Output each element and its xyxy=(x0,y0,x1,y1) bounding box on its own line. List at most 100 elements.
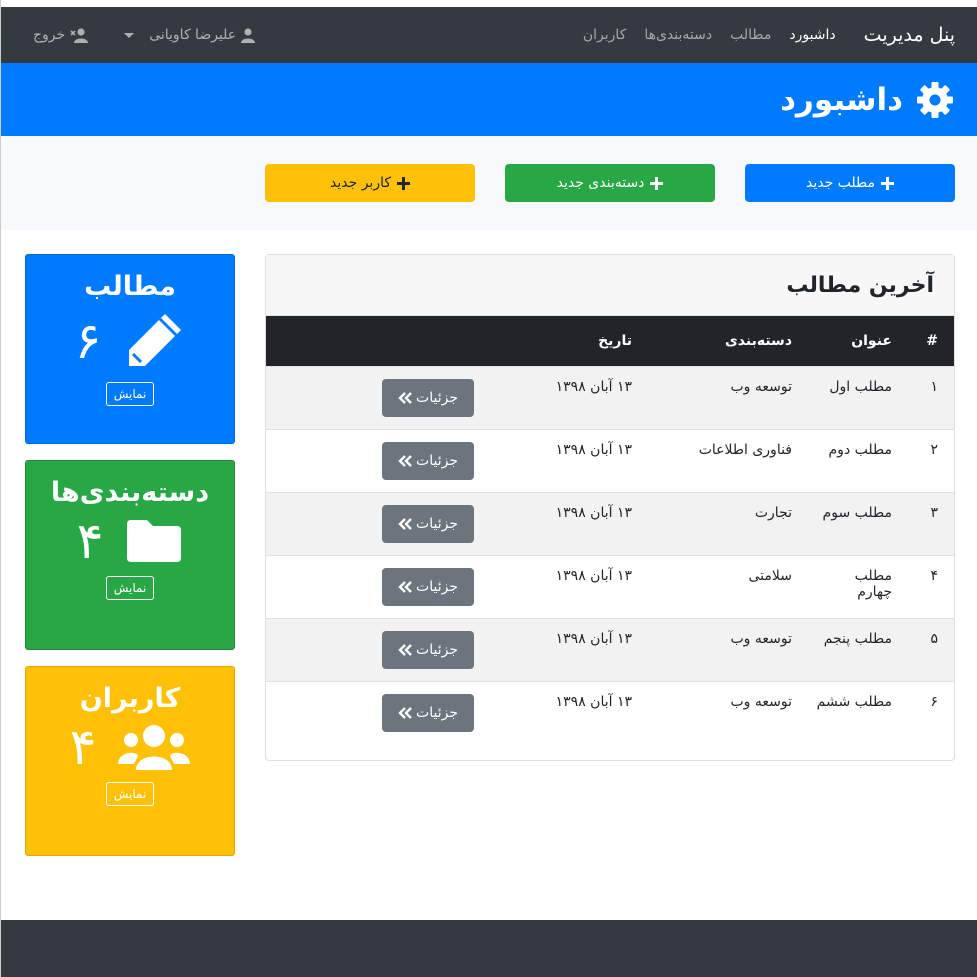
stat-count: ۴ xyxy=(76,512,104,570)
cell-date: ۱۳ آبان ۱۳۹۸ xyxy=(555,504,632,521)
stat-row: ۶ xyxy=(75,310,186,372)
users-icon xyxy=(118,725,191,770)
col-title: عنوان xyxy=(851,332,892,349)
stat-title: مطالب xyxy=(84,271,176,302)
table-row: ۳ مطلب سوم تجارت ۱۳ آبان ۱۳۹۸ جزئیات xyxy=(266,492,954,555)
new-post-button[interactable]: مطلب جدید xyxy=(745,164,955,202)
cell-number: ۲ xyxy=(930,441,938,458)
latest-posts-card: آخرین مطالب # عنوان دسته‌بندی تاریخ ۱ مطل… xyxy=(265,254,955,761)
page-title: داشبورد xyxy=(780,80,955,120)
details-label: جزئیات xyxy=(416,704,458,721)
double-chevron-left-icon xyxy=(398,454,412,467)
cell-category: تجارت xyxy=(754,504,792,521)
cell-title: مطلب سوم xyxy=(822,504,892,521)
cell-date: ۱۳ آبان ۱۳۹۸ xyxy=(555,630,632,647)
user-dropdown[interactable]: علیرضا کاویانی xyxy=(124,27,256,43)
actions-bar: مطلب جدید دسته‌بندی جدید کاربر جدید xyxy=(1,136,977,230)
nav-left-group: علیرضا کاویانی خروج xyxy=(33,27,256,43)
show-categories-button[interactable]: نمایش xyxy=(105,576,155,600)
cell-actions: جزئیات xyxy=(266,429,484,492)
new-user-label: کاربر جدید xyxy=(330,175,392,191)
details-label: جزئیات xyxy=(416,452,458,469)
nav-link-users[interactable]: کاربران xyxy=(583,27,626,43)
cell-actions: جزئیات xyxy=(266,366,484,429)
col-date: تاریخ xyxy=(598,332,632,349)
cell-number: ۱ xyxy=(930,378,938,395)
col-category: دسته‌بندی xyxy=(724,332,792,349)
brand[interactable]: پنل مدیریت xyxy=(864,24,955,46)
nav-link-posts[interactable]: مطالب xyxy=(730,27,771,43)
stat-row: ۴ xyxy=(70,722,191,772)
cell-date: ۱۳ آبان ۱۳۹۸ xyxy=(555,378,632,395)
cell-date: ۱۳ آبان ۱۳۹۸ xyxy=(555,567,632,584)
details-button[interactable]: جزئیات xyxy=(382,378,474,417)
double-chevron-left-icon xyxy=(398,580,412,593)
new-user-button[interactable]: کاربر جدید xyxy=(265,164,475,202)
details-button[interactable]: جزئیات xyxy=(382,630,474,669)
stat-count: ۶ xyxy=(74,312,102,370)
nav-link-dashboard[interactable]: داشبورد xyxy=(789,27,835,43)
plus-icon xyxy=(881,176,895,190)
details-button[interactable]: جزئیات xyxy=(382,567,474,606)
cell-category: توسعه وب xyxy=(730,693,792,710)
posts-table: # عنوان دسته‌بندی تاریخ ۱ مطلب اول توسعه و… xyxy=(266,316,954,744)
users-stat-card: کاربران ۴ نمایش xyxy=(25,666,235,856)
new-category-button[interactable]: دسته‌بندی جدید xyxy=(505,164,715,202)
stat-title: کاربران xyxy=(79,683,181,714)
page-title-text: داشبورد xyxy=(780,81,903,118)
user-times-icon xyxy=(70,27,89,43)
col-number: # xyxy=(926,332,938,349)
page-header: داشبورد xyxy=(1,63,977,136)
details-button[interactable]: جزئیات xyxy=(382,693,474,732)
cell-actions: جزئیات xyxy=(266,492,484,555)
cell-number: ۴ xyxy=(930,567,938,584)
double-chevron-left-icon xyxy=(398,391,412,404)
plus-icon xyxy=(397,176,411,190)
categories-stat-card: دسته‌بندی‌ها ۴ نمایش xyxy=(25,460,235,650)
cell-title: مطلب چهارم xyxy=(854,567,892,600)
show-posts-button[interactable]: نمایش xyxy=(105,382,155,406)
double-chevron-left-icon xyxy=(398,517,412,530)
folder-icon xyxy=(127,520,182,562)
plus-icon xyxy=(650,176,664,190)
details-label: جزئیات xyxy=(416,389,458,406)
stat-count: ۴ xyxy=(69,718,97,776)
gear-icon xyxy=(917,81,953,118)
user-name: علیرضا کاویانی xyxy=(149,27,237,43)
cell-title: مطلب ششم xyxy=(816,693,892,710)
cell-category: فناوری اطلاعات xyxy=(698,441,792,458)
new-post-label: مطلب جدید xyxy=(805,175,876,191)
double-chevron-left-icon xyxy=(398,643,412,656)
user-icon xyxy=(241,27,256,43)
table-row: ۴ مطلب چهارم سلامتی ۱۳ آبان ۱۳۹۸ جزئیات xyxy=(266,555,954,618)
card-header: آخرین مطالب xyxy=(266,255,954,316)
cell-number: ۵ xyxy=(930,630,938,647)
details-label: جزئیات xyxy=(416,515,458,532)
cell-actions: جزئیات xyxy=(266,555,484,618)
stat-row: ۴ xyxy=(77,516,184,566)
table-row: ۱ مطلب اول توسعه وب ۱۳ آبان ۱۳۹۸ جزئیات xyxy=(266,366,954,429)
cell-title: مطلب دوم xyxy=(828,441,892,458)
details-button[interactable]: جزئیات xyxy=(382,441,474,480)
table-row: ۶ مطلب ششم توسعه وب ۱۳ آبان ۱۳۹۸ جزئیات xyxy=(266,681,954,744)
cell-title: مطلب اول xyxy=(829,378,892,395)
double-chevron-left-icon xyxy=(398,706,412,719)
top-strip xyxy=(0,0,977,7)
cell-number: ۳ xyxy=(930,504,938,521)
table-row: ۲ مطلب دوم فناوری اطلاعات ۱۳ آبان ۱۳۹۸ جزئیا… xyxy=(266,429,954,492)
new-category-label: دسته‌بندی جدید xyxy=(556,175,645,191)
nav-link-categories[interactable]: دسته‌بندی‌ها xyxy=(644,27,712,43)
chevron-down-icon xyxy=(124,32,135,38)
col-actions xyxy=(266,316,484,366)
posts-stat-card: مطالب ۶ نمایش xyxy=(25,254,235,444)
cell-actions: جزئیات xyxy=(266,681,484,744)
logout-link[interactable]: خروج xyxy=(33,27,89,43)
nav-right-group: پنل مدیریت داشبورد مطالب دسته‌بندی‌ها کا… xyxy=(583,24,955,46)
cell-actions: جزئیات xyxy=(266,618,484,681)
cell-category: توسعه وب xyxy=(730,378,792,395)
cell-category: سلامتی xyxy=(748,567,792,584)
details-button[interactable]: جزئیات xyxy=(382,504,474,543)
show-users-button[interactable]: نمایش xyxy=(105,782,155,806)
cell-date: ۱۳ آبان ۱۳۹۸ xyxy=(555,693,632,710)
details-label: جزئیات xyxy=(416,641,458,658)
